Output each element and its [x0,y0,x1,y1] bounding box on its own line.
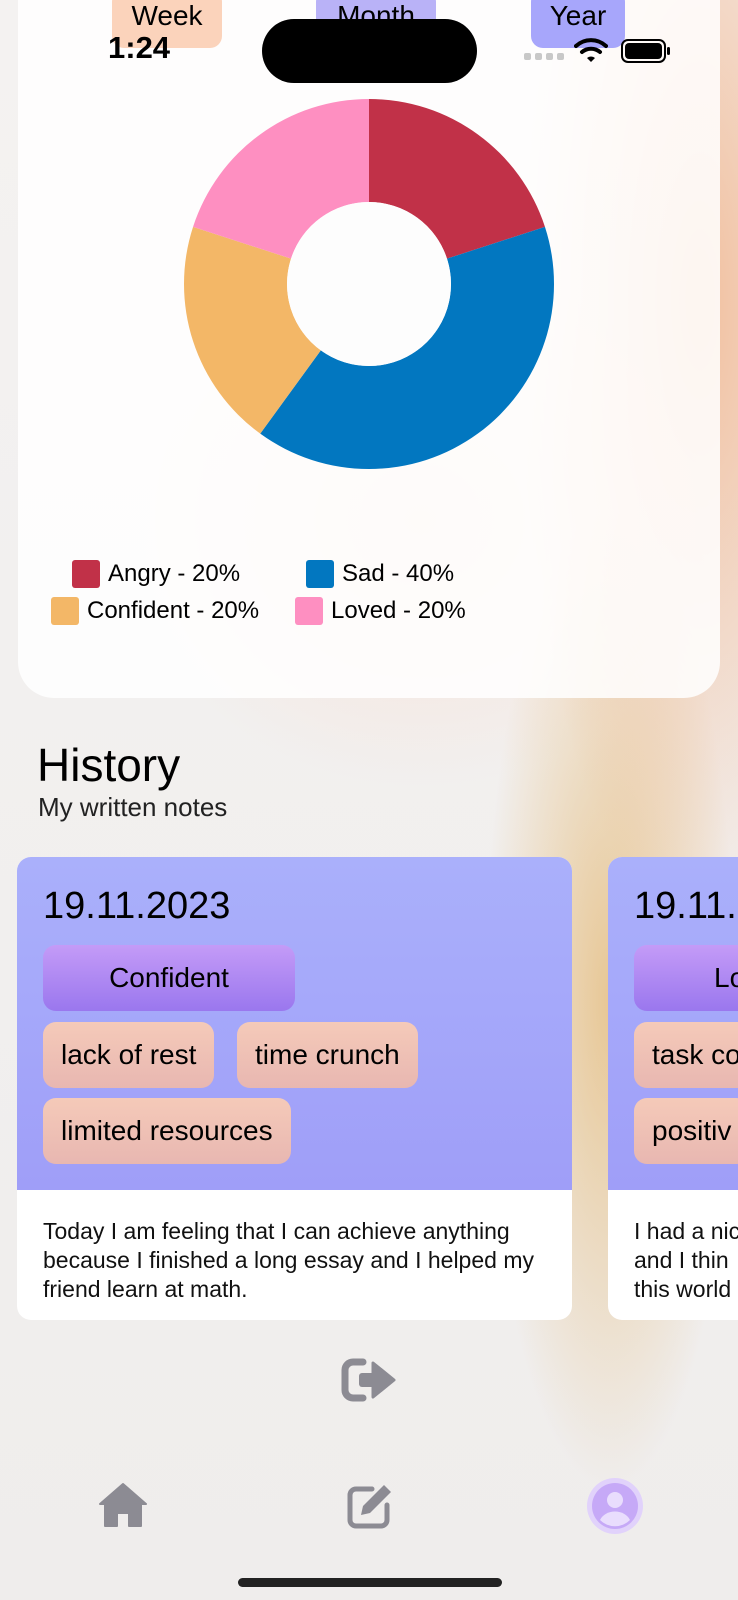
note-text-line: I had a nic [634,1218,738,1244]
profile-icon[interactable] [590,1481,640,1531]
history-title: History [37,739,181,791]
note-card[interactable]: 19.11.2023 Confident lack of rest time c… [17,857,572,1320]
mood-chip: Confident [43,945,295,1011]
tab-week-label: Week [131,0,203,31]
legend-label: Angry - 20% [108,560,241,587]
legend-item-angry: Angry - 20% [72,560,240,588]
legend-swatch [295,597,323,625]
note-date: 19.11.2023 [43,885,231,927]
tag-chip: task co [634,1022,738,1088]
mood-chip: Lo [634,945,738,1011]
note-date: 19.11.2 [634,885,738,927]
legend-swatch [306,560,334,588]
note-text: Today I am feeling that I can achieve an… [43,1218,534,1302]
tag-chip: limited resources [43,1098,291,1164]
logout-icon[interactable] [341,1357,397,1403]
tag-chip: positiv [634,1098,738,1164]
legend-label: Confident - 20% [87,597,260,624]
legend-label: Sad - 40% [342,560,455,587]
home-icon[interactable] [98,1482,148,1528]
history-subtitle: My written notes [38,792,228,822]
status-time: 1:24 [108,30,171,65]
legend-swatch [51,597,79,625]
legend-label: Loved - 20% [331,597,466,624]
dynamic-island [262,19,477,83]
note-card-header: 19.11.2023 Confident lack of rest time c… [17,857,572,1190]
mood-donut-chart [184,99,554,469]
donut-hole [287,202,451,366]
tab-year-label: Year [549,0,607,31]
wifi-icon [574,38,608,62]
tag-chip: lack of rest [43,1022,215,1088]
battery-icon [621,39,670,63]
note-text-line: and I thin [634,1247,729,1273]
tag-chip: time crunch [237,1022,418,1088]
legend-item-sad: Sad - 40% [306,560,454,588]
note-text-line: this world [634,1276,732,1302]
home-indicator [238,1578,502,1587]
note-card-header: 19.11.2 Lo task co positiv [608,857,738,1190]
cellular-icon [524,53,564,60]
legend-item-loved: Loved - 20% [295,597,466,625]
note-card[interactable]: 19.11.2 Lo task co positiv I had a nic a… [608,857,738,1320]
legend-item-confident: Confident - 20% [51,597,259,625]
legend-swatch [72,560,100,588]
note-text: I had a nic and I thin this world [634,1217,738,1304]
edit-icon[interactable] [346,1482,394,1530]
